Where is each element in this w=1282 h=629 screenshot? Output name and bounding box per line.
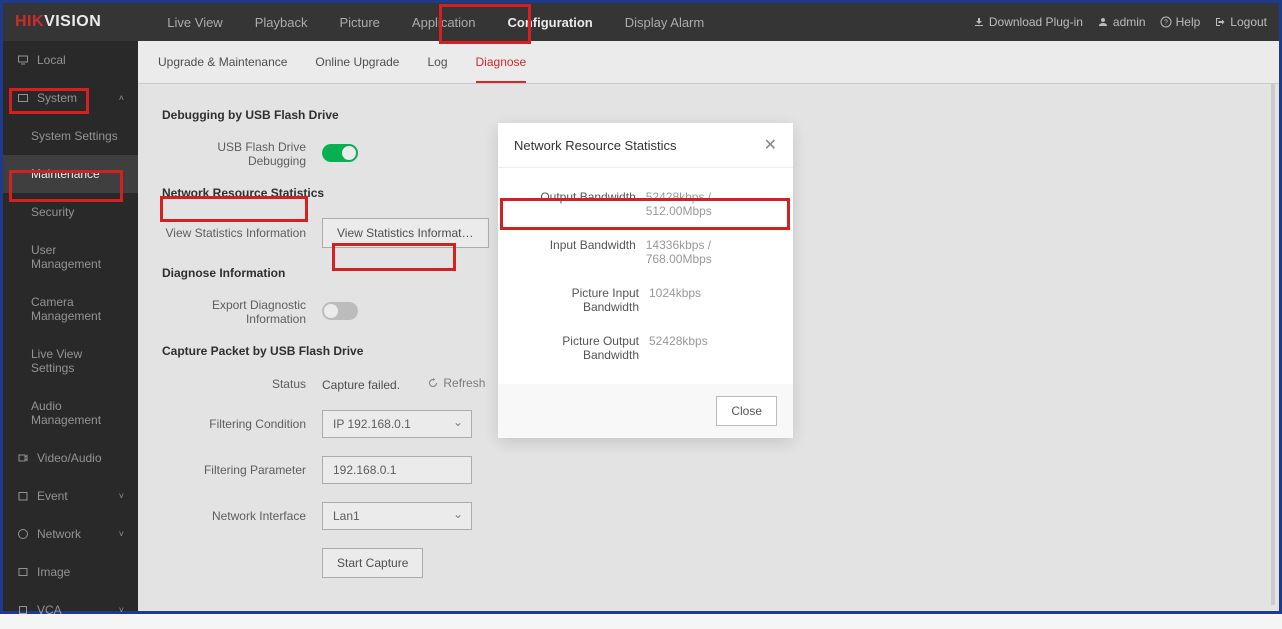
- close-button[interactable]: Close: [716, 396, 777, 426]
- stat-row-picture-output-bandwidth: Picture Output Bandwidth 52428kbps: [514, 324, 777, 372]
- stat-row-output-bandwidth: Output Bandwidth 52428kbps / 512.00Mbps: [514, 180, 777, 228]
- picture-input-bandwidth-label: Picture Input Bandwidth: [514, 286, 649, 314]
- input-bandwidth-label: Input Bandwidth: [514, 238, 646, 266]
- output-bandwidth-label: Output Bandwidth: [514, 190, 646, 218]
- modal-footer: Close: [498, 384, 793, 438]
- stat-row-input-bandwidth: Input Bandwidth 14336kbps / 768.00Mbps: [514, 228, 777, 276]
- output-bandwidth-value: 52428kbps / 512.00Mbps: [646, 190, 777, 218]
- modal-body: Output Bandwidth 52428kbps / 512.00Mbps …: [498, 168, 793, 384]
- picture-output-bandwidth-value: 52428kbps: [649, 334, 708, 362]
- modal-title: Network Resource Statistics: [514, 138, 677, 153]
- close-icon[interactable]: ✕: [764, 135, 777, 155]
- modal-header: Network Resource Statistics ✕: [498, 123, 793, 168]
- picture-input-bandwidth-value: 1024kbps: [649, 286, 701, 314]
- network-resource-statistics-modal: Network Resource Statistics ✕ Output Ban…: [498, 123, 793, 438]
- input-bandwidth-value: 14336kbps / 768.00Mbps: [646, 238, 777, 266]
- picture-output-bandwidth-label: Picture Output Bandwidth: [514, 334, 649, 362]
- stat-row-picture-input-bandwidth: Picture Input Bandwidth 1024kbps: [514, 276, 777, 324]
